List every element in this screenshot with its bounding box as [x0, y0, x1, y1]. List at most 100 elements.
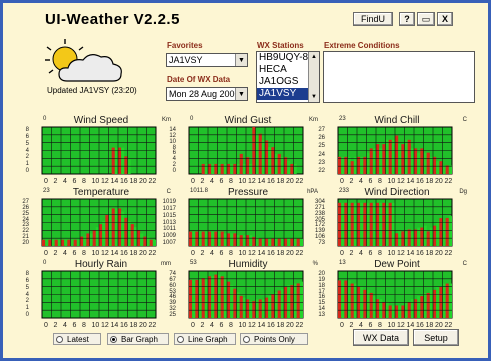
x-tick-label: 16 — [267, 250, 275, 257]
x-tick-label: 10 — [239, 178, 247, 185]
stations-list[interactable]: HB9UQY-8 HECA JA1OGS JA1VSY ▲ ▼ — [256, 51, 320, 103]
scroll-track[interactable] — [309, 62, 319, 92]
radio-points-only[interactable]: Points Only — [240, 333, 308, 345]
x-tick-label: 10 — [92, 178, 100, 185]
y-axis-ticks: 27 26 25 24 23 22 — [299, 126, 325, 174]
radio-line-graph[interactable]: Line Graph — [174, 333, 236, 345]
radio-dot — [243, 335, 250, 343]
chart-bar — [102, 220, 106, 246]
chart-bar — [363, 156, 367, 174]
chart-bar — [217, 274, 221, 318]
favorites-select[interactable]: JA1VSY ▼ — [166, 53, 248, 67]
extreme-conditions-box[interactable] — [323, 51, 475, 103]
scroll-down-icon[interactable]: ▼ — [309, 92, 319, 102]
x-tick-label: 20 — [139, 250, 147, 257]
stations-scrollbar[interactable]: ▲ ▼ — [308, 52, 319, 102]
x-tick-label: 0 — [44, 250, 48, 257]
minimize-button[interactable]: ▭ — [417, 12, 435, 26]
y-tick-label: 26 — [318, 135, 325, 142]
scroll-up-icon[interactable]: ▲ — [309, 52, 319, 62]
chart-current-value: 53 — [190, 260, 197, 266]
chart-bar — [236, 235, 240, 246]
radio-label: Latest — [67, 334, 89, 344]
y-axis-ticks: 20 19 18 17 16 15 14 13 — [299, 270, 325, 318]
chart-bar — [344, 280, 348, 318]
x-tick-label: 12 — [101, 322, 109, 329]
x-tick-label: 8 — [378, 250, 382, 257]
chart-bar — [391, 202, 395, 246]
chart-bar — [357, 202, 361, 246]
y-axis-ticks: 14 12 10 8 6 4 2 0 — [150, 126, 176, 174]
y-tick-label: 73 — [318, 240, 325, 246]
chart-plot: 0 2 4 6 8 10 12 14 16 18 20 22 — [41, 270, 157, 329]
x-tick-label: 12 — [248, 322, 256, 329]
y-tick-label: 0 — [25, 312, 29, 318]
chart-bar — [61, 239, 65, 246]
chart-bar — [426, 152, 430, 174]
chevron-down-icon: ▼ — [235, 54, 247, 66]
x-tick-label: 2 — [350, 322, 354, 329]
chart-bar — [448, 283, 452, 318]
chart-bar — [198, 278, 202, 318]
chart-bar — [388, 202, 392, 246]
chart-bar — [426, 292, 430, 318]
radio-bar-graph[interactable]: Bar Graph — [107, 333, 169, 345]
wx-data-button[interactable]: WX Data — [353, 329, 409, 346]
x-tick-label: 0 — [44, 322, 48, 329]
x-tick-label: 14 — [407, 178, 415, 185]
chart-bar — [410, 231, 414, 246]
chart-bar — [341, 202, 345, 246]
chart-bar — [124, 217, 128, 246]
chart-bar — [293, 283, 297, 318]
chart-panel: Wind Chill 23 C 27 26 25 24 23 22 0 2 4 6 8 10 12 14 16 18… — [318, 115, 467, 185]
chart-bar — [227, 163, 231, 174]
x-tick-label: 18 — [426, 322, 434, 329]
chart-current-value: 0 — [190, 116, 194, 122]
chart-bar — [347, 202, 351, 246]
chart-bar — [127, 220, 131, 246]
help-button[interactable]: ? — [399, 12, 415, 26]
chart-panel: Wind Direction 233 Dg 304 271 238 205 172 139 106… — [315, 187, 467, 257]
date-label: Date Of WX Data — [167, 75, 231, 84]
chart-bar — [230, 233, 234, 246]
radio-latest[interactable]: Latest — [53, 333, 101, 345]
date-select[interactable]: Mon 28 Aug 2006 ▼ — [166, 87, 248, 101]
x-tick-label: 6 — [369, 322, 373, 329]
setup-button[interactable]: Setup — [413, 329, 459, 346]
chart-bar — [133, 227, 137, 246]
chart-bar — [239, 295, 243, 318]
radio-dot — [177, 335, 184, 343]
chart-plot: 0 2 4 6 8 10 12 14 16 18 20 22 — [188, 270, 304, 329]
chart-bar — [211, 231, 215, 246]
app-title: UI-Weather V2.2.5 — [45, 11, 180, 28]
chart-bar — [357, 156, 361, 174]
chart-bar — [271, 238, 275, 246]
chart-panel: Pressure 1011.8 hPA 1019 1017 1015 1013 1011 100… — [163, 187, 318, 257]
y-tick-label: 27 — [318, 127, 325, 133]
chart-bar — [338, 280, 342, 318]
chart-bar — [86, 233, 90, 246]
x-tick-label: 14 — [111, 178, 119, 185]
x-tick-label: 22 — [149, 322, 157, 329]
chart-bar — [398, 231, 402, 246]
favorites-value: JA1VSY — [169, 55, 203, 65]
x-tick-label: 10 — [92, 322, 100, 329]
close-button[interactable]: X — [437, 12, 453, 26]
chart-plot: 0 2 4 6 8 10 12 14 16 18 20 22 — [188, 198, 304, 257]
x-tick-label: 22 — [445, 178, 453, 185]
y-tick-label: 1007 — [162, 240, 176, 246]
chart-bar — [201, 163, 205, 174]
findu-button[interactable]: FindU — [353, 12, 393, 26]
x-tick-label: 12 — [101, 250, 109, 257]
chart-bar — [376, 144, 380, 174]
chart-bar — [246, 235, 250, 246]
x-tick-label: 0 — [340, 322, 344, 329]
chart-bar — [401, 144, 405, 174]
chart-bar — [395, 233, 399, 246]
chart-bar — [130, 224, 134, 246]
chart-bar — [239, 235, 243, 246]
chart-bar — [398, 305, 402, 318]
x-tick-label: 14 — [258, 322, 266, 329]
chart-bar — [242, 297, 246, 318]
x-tick-label: 2 — [201, 322, 205, 329]
